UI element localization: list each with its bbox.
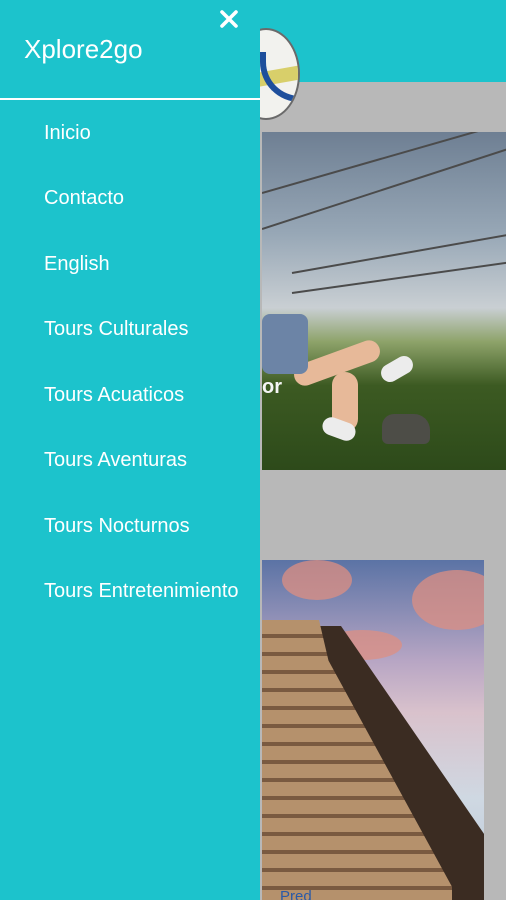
menu-item-tours-acuaticos[interactable]: Tours Acuaticos [44, 380, 244, 410]
menu-item-english[interactable]: English [44, 249, 244, 279]
drawer-title: Xplore2go [24, 34, 143, 64]
menu-item-contacto[interactable]: Contacto [44, 183, 244, 213]
close-button[interactable] [216, 6, 242, 32]
close-icon [220, 10, 238, 28]
drawer-divider [0, 98, 260, 100]
menu-item-tours-aventuras[interactable]: Tours Aventuras [44, 445, 244, 475]
menu-item-tours-entretenimiento[interactable]: Tours Entretenimiento [44, 576, 244, 606]
navigation-drawer: Xplore2go Inicio Contacto English Tours … [0, 0, 260, 900]
menu-item-tours-nocturnos[interactable]: Tours Nocturnos [44, 511, 244, 541]
menu-item-inicio[interactable]: Inicio [44, 118, 244, 148]
menu-item-tours-culturales[interactable]: Tours Culturales [44, 314, 244, 344]
